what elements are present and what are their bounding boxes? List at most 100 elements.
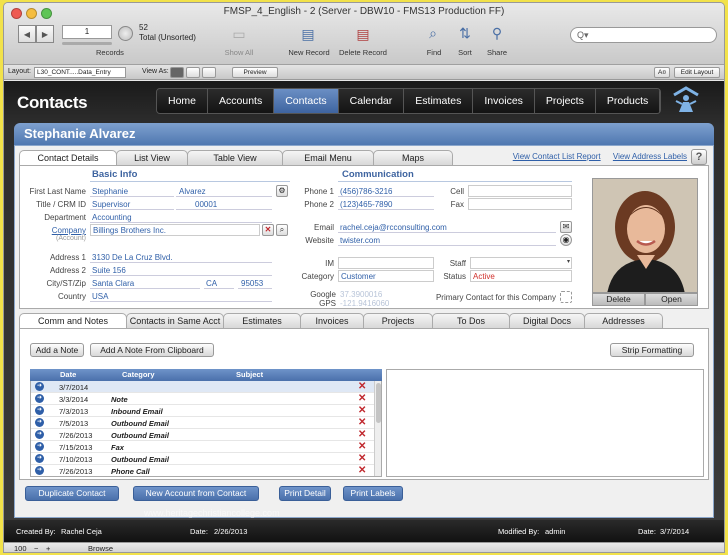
delete-note-icon[interactable]: ✕	[358, 405, 366, 416]
photo-delete-button[interactable]: Delete	[592, 293, 645, 306]
delete-note-icon[interactable]: ✕	[358, 465, 366, 476]
fax-field[interactable]	[468, 198, 572, 210]
record-number-field[interactable]: 1	[62, 25, 112, 39]
tab-estimates[interactable]: Estimates	[223, 313, 301, 328]
send-email-icon[interactable]: ✉	[560, 221, 572, 233]
name-options-icon[interactable]: ⚙	[276, 185, 288, 197]
share-icon[interactable]: ⚲	[488, 24, 506, 42]
staff-select[interactable]	[470, 257, 572, 269]
tab-maps[interactable]: Maps	[373, 150, 453, 165]
table-row[interactable]: ➜ 3/7/2014 ✕	[31, 381, 374, 393]
delete-note-icon[interactable]: ✕	[358, 381, 366, 392]
nav-contacts[interactable]: Contacts	[274, 89, 339, 113]
tab-addresses[interactable]: Addresses	[584, 313, 663, 328]
delete-note-icon[interactable]: ✕	[358, 417, 366, 428]
view-address-labels-link[interactable]: View Address Labels	[613, 152, 687, 161]
tab-projects[interactable]: Projects	[363, 313, 433, 328]
show-all-button[interactable]: Show All	[220, 48, 258, 57]
new-record-icon[interactable]: ▤	[299, 25, 317, 43]
print-detail-button[interactable]: Print Detail	[279, 486, 331, 501]
share-button[interactable]: Share	[482, 48, 512, 57]
go-to-note-icon[interactable]: ➜	[35, 466, 44, 475]
tab-table-view[interactable]: Table View	[187, 150, 283, 165]
go-to-note-icon[interactable]: ➜	[35, 406, 44, 415]
tab-contact-details[interactable]: Contact Details	[19, 150, 117, 165]
country-field[interactable]	[90, 290, 272, 302]
note-detail-area[interactable]	[386, 369, 704, 477]
delete-note-icon[interactable]: ✕	[358, 441, 366, 452]
table-row[interactable]: ➜ 7/10/2013 Outbound Email ✕	[31, 453, 374, 465]
edit-layout-button[interactable]: Edit Layout	[674, 67, 720, 78]
zoom-in-icon[interactable]: +	[46, 544, 50, 552]
next-record-button[interactable]: ▶	[36, 25, 54, 43]
prev-record-button[interactable]: ◀	[18, 25, 36, 43]
table-row[interactable]: ➜ 7/26/2013 Phone Call ✕	[31, 465, 374, 476]
add-note-clipboard-button[interactable]: Add A Note From Clipboard	[90, 343, 214, 357]
go-to-note-icon[interactable]: ➜	[35, 430, 44, 439]
tab-to-dos[interactable]: To Dos	[432, 313, 510, 328]
search-company-icon[interactable]: ⌕	[276, 224, 288, 236]
nav-calendar[interactable]: Calendar	[338, 89, 405, 113]
sort-button[interactable]: Sort	[452, 48, 478, 57]
photo-open-button[interactable]: Open	[645, 293, 698, 306]
open-website-icon[interactable]: ◉	[560, 234, 572, 246]
new-account-from-contact-button[interactable]: New Account from Contact	[133, 486, 259, 501]
delete-note-icon[interactable]: ✕	[358, 393, 366, 404]
cell-field[interactable]	[468, 185, 572, 197]
strip-formatting-button[interactable]: Strip Formatting	[610, 343, 694, 357]
nav-accounts[interactable]: Accounts	[208, 89, 275, 113]
sort-icon[interactable]: ⇅	[456, 24, 474, 42]
tab-contacts-in-same-acct[interactable]: Contacts in Same Acct	[126, 313, 224, 328]
delete-note-icon[interactable]: ✕	[358, 429, 366, 440]
nav-products[interactable]: Products	[595, 89, 661, 113]
go-to-note-icon[interactable]: ➜	[35, 394, 44, 403]
view-form-button[interactable]	[170, 67, 184, 78]
tab-list-view[interactable]: List View	[116, 150, 188, 165]
company-label[interactable]: Company	[20, 226, 86, 235]
preview-button[interactable]: Preview	[232, 67, 278, 78]
nav-home[interactable]: Home	[157, 89, 209, 113]
view-list-button[interactable]	[186, 67, 200, 78]
record-slider[interactable]	[62, 42, 112, 45]
help-button[interactable]: ?	[691, 149, 707, 165]
go-to-note-icon[interactable]: ➜	[35, 382, 44, 391]
nav-invoices[interactable]: Invoices	[473, 89, 535, 113]
search-input[interactable]: Q▾	[570, 27, 717, 43]
go-to-note-icon[interactable]: ➜	[35, 454, 44, 463]
new-record-button[interactable]: New Record	[282, 48, 336, 57]
delete-note-icon[interactable]: ✕	[358, 453, 366, 464]
add-note-button[interactable]: Add a Note	[30, 343, 84, 357]
show-all-icon[interactable]: ▭	[230, 25, 248, 43]
go-to-note-icon[interactable]: ➜	[35, 418, 44, 427]
delete-record-icon[interactable]: ▤	[354, 25, 372, 43]
crm-id-field[interactable]	[176, 198, 272, 210]
tab-comm-and-notes[interactable]: Comm and Notes	[19, 313, 127, 328]
tab-digital-docs[interactable]: Digital Docs	[509, 313, 585, 328]
nav-projects[interactable]: Projects	[534, 89, 596, 113]
tab-invoices[interactable]: Invoices	[300, 313, 364, 328]
find-button[interactable]: Find	[421, 48, 447, 57]
view-table-button[interactable]	[202, 67, 216, 78]
delete-record-button[interactable]: Delete Record	[334, 48, 392, 57]
duplicate-contact-button[interactable]: Duplicate Contact	[25, 486, 119, 501]
table-row[interactable]: ➜ 7/26/2013 Outbound Email ✕	[31, 429, 374, 441]
find-icon[interactable]: ⌕	[424, 24, 442, 42]
view-contact-list-report-link[interactable]: View Contact List Report	[513, 152, 601, 161]
go-to-note-icon[interactable]: ➜	[35, 442, 44, 451]
notes-scrollbar[interactable]	[374, 381, 381, 476]
table-row[interactable]: ➜ 3/3/2014 Note ✕	[31, 393, 374, 405]
nav-estimates[interactable]: Estimates	[404, 89, 474, 113]
print-labels-button[interactable]: Print Labels	[343, 486, 403, 501]
table-row[interactable]: ➜ 7/15/2013 Fax ✕	[31, 441, 374, 453]
layout-select[interactable]: L30_CONT.....Data_Entry	[34, 67, 126, 78]
table-row[interactable]: ➜ 7/3/2013 Inbound Email ✕	[31, 405, 374, 417]
font-size-button[interactable]: A¤	[654, 67, 670, 78]
zoom-out-icon[interactable]: −	[34, 544, 38, 552]
primary-contact-checkbox[interactable]	[560, 291, 572, 303]
im-field[interactable]	[338, 257, 434, 269]
tab-email-menu[interactable]: Email Menu	[282, 150, 374, 165]
clear-company-icon[interactable]: ✕	[262, 224, 274, 236]
staff-dropdown-icon[interactable]: ▾	[560, 258, 570, 265]
zoom-level[interactable]: 100	[14, 544, 27, 552]
table-row[interactable]: ➜ 7/5/2013 Outbound Email ✕	[31, 417, 374, 429]
